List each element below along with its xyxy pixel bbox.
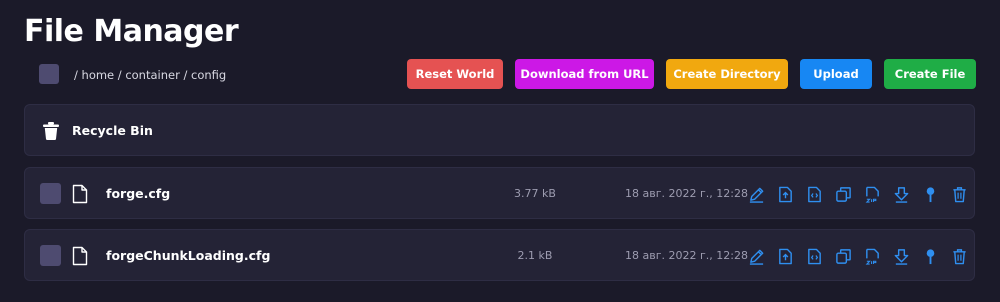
edit-icon[interactable] (747, 185, 766, 204)
create-directory-button[interactable]: Create Directory (666, 59, 788, 89)
reset-world-button[interactable]: Reset World (407, 59, 503, 89)
file-checkbox[interactable] (40, 183, 61, 204)
upload-button[interactable]: Upload (800, 59, 872, 89)
delete-icon[interactable] (950, 185, 969, 204)
file-row[interactable]: forge.cfg 3.77 kB 18 авг. 2022 г., 12:28 (24, 167, 975, 219)
code-file-icon[interactable] (805, 247, 824, 266)
breadcrumb-config[interactable]: / config (183, 68, 226, 82)
upload-file-icon[interactable] (776, 185, 795, 204)
download-from-url-button[interactable]: Download from URL (515, 59, 654, 89)
file-name[interactable]: forge.cfg (106, 186, 170, 202)
upload-file-icon[interactable] (776, 247, 795, 266)
copy-icon[interactable] (834, 247, 853, 266)
file-checkbox[interactable] (40, 245, 61, 266)
file-row[interactable]: forgeChunkLoading.cfg 2.1 kB 18 авг. 202… (24, 229, 975, 281)
download-icon[interactable] (892, 247, 911, 266)
create-file-button[interactable]: Create File (884, 59, 976, 89)
download-icon[interactable] (892, 185, 911, 204)
pin-icon[interactable] (921, 185, 940, 204)
breadcrumb-home[interactable]: / home (74, 68, 114, 82)
copy-icon[interactable] (834, 185, 853, 204)
zip-icon[interactable] (863, 247, 882, 266)
breadcrumb: / home / container / config (74, 67, 226, 83)
breadcrumb-container[interactable]: / container (118, 68, 180, 82)
file-size: 2.1 kB (517, 249, 553, 262)
recycle-bin-label: Recycle Bin (72, 123, 153, 138)
file-modified-date: 18 авг. 2022 г., 12:28 (625, 187, 748, 200)
recycle-bin-row[interactable]: Recycle Bin (24, 104, 975, 156)
trash-icon (43, 122, 59, 140)
pin-icon[interactable] (921, 247, 940, 266)
file-actions (747, 185, 969, 204)
file-name[interactable]: forgeChunkLoading.cfg (106, 248, 270, 264)
edit-icon[interactable] (747, 247, 766, 266)
delete-icon[interactable] (950, 247, 969, 266)
file-modified-date: 18 авг. 2022 г., 12:28 (625, 249, 748, 262)
page-title: File Manager (24, 14, 239, 49)
zip-icon[interactable] (863, 185, 882, 204)
file-icon (72, 246, 88, 266)
file-size: 3.77 kB (514, 187, 556, 200)
file-icon (72, 184, 88, 204)
code-file-icon[interactable] (805, 185, 824, 204)
select-all-checkbox[interactable] (39, 64, 59, 84)
toolbar: Reset World Download from URL Create Dir… (407, 59, 976, 89)
file-actions (747, 247, 969, 266)
